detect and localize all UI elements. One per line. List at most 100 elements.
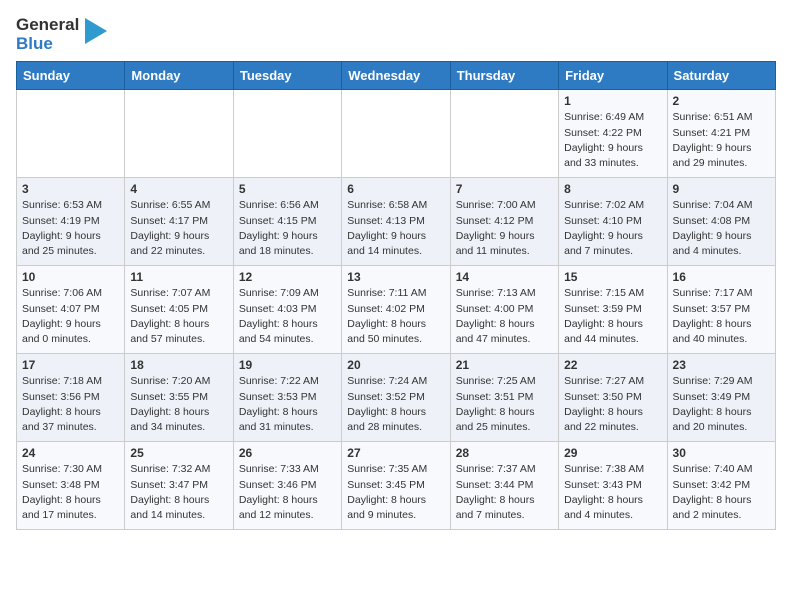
day-header-thursday: Thursday xyxy=(450,62,558,90)
calendar-cell: 22 Sunrise: 7:27 AM Sunset: 3:50 PM Dayli… xyxy=(559,354,667,442)
day-info: Sunrise: 7:18 AM Sunset: 3:56 PM Dayligh… xyxy=(22,374,119,435)
day-header-saturday: Saturday xyxy=(667,62,775,90)
calendar-cell: 29Sunrise: 7:38 AM Sunset: 3:43 PM Dayli… xyxy=(559,442,667,530)
day-number: 30 xyxy=(673,446,770,460)
day-info: Sunrise: 7:06 AM Sunset: 4:07 PM Dayligh… xyxy=(22,286,119,347)
day-number: 14 xyxy=(456,270,553,284)
calendar-cell: 4 Sunrise: 6:55 AM Sunset: 4:17 PM Daylig… xyxy=(125,178,233,266)
calendar-cell: 17 Sunrise: 7:18 AM Sunset: 3:56 PM Dayli… xyxy=(17,354,125,442)
day-header-friday: Friday xyxy=(559,62,667,90)
calendar-cell: 28Sunrise: 7:37 AM Sunset: 3:44 PM Dayli… xyxy=(450,442,558,530)
day-header-sunday: Sunday xyxy=(17,62,125,90)
day-info: Sunrise: 7:29 AM Sunset: 3:49 PM Dayligh… xyxy=(673,374,770,435)
calendar-cell: 24 Sunrise: 7:30 AM Sunset: 3:48 PM Dayli… xyxy=(17,442,125,530)
calendar-cell: 27 Sunrise: 7:35 AM Sunset: 3:45 PM Dayli… xyxy=(342,442,450,530)
day-info: Sunrise: 7:00 AM Sunset: 4:12 PM Dayligh… xyxy=(456,198,553,259)
day-number: 25 xyxy=(130,446,227,460)
logo-blue: Blue xyxy=(16,35,79,54)
day-info: Sunrise: 6:49 AM Sunset: 4:22 PM Dayligh… xyxy=(564,110,661,171)
day-info: Sunrise: 7:32 AM Sunset: 3:47 PM Dayligh… xyxy=(130,462,227,523)
calendar-cell: 30 Sunrise: 7:40 AM Sunset: 3:42 PM Dayli… xyxy=(667,442,775,530)
calendar-cell: 15Sunrise: 7:15 AM Sunset: 3:59 PM Dayli… xyxy=(559,266,667,354)
logo-arrow-icon xyxy=(85,16,107,51)
day-number: 17 xyxy=(22,358,119,372)
day-info: Sunrise: 7:04 AM Sunset: 4:08 PM Dayligh… xyxy=(673,198,770,259)
calendar-cell: 14 Sunrise: 7:13 AM Sunset: 4:00 PM Dayli… xyxy=(450,266,558,354)
calendar-cell: 10Sunrise: 7:06 AM Sunset: 4:07 PM Dayli… xyxy=(17,266,125,354)
calendar-cell: 5 Sunrise: 6:56 AM Sunset: 4:15 PM Daylig… xyxy=(233,178,341,266)
day-info: Sunrise: 6:58 AM Sunset: 4:13 PM Dayligh… xyxy=(347,198,444,259)
day-number: 23 xyxy=(673,358,770,372)
logo-general: General xyxy=(16,16,79,35)
day-info: Sunrise: 7:13 AM Sunset: 4:00 PM Dayligh… xyxy=(456,286,553,347)
day-number: 15 xyxy=(564,270,661,284)
day-number: 4 xyxy=(130,182,227,196)
calendar-cell: 13Sunrise: 7:11 AM Sunset: 4:02 PM Dayli… xyxy=(342,266,450,354)
calendar-header-row: SundayMondayTuesdayWednesdayThursdayFrid… xyxy=(17,62,776,90)
calendar-cell: 3Sunrise: 6:53 AM Sunset: 4:19 PM Daylig… xyxy=(17,178,125,266)
day-info: Sunrise: 7:40 AM Sunset: 3:42 PM Dayligh… xyxy=(673,462,770,523)
day-header-tuesday: Tuesday xyxy=(233,62,341,90)
day-info: Sunrise: 7:02 AM Sunset: 4:10 PM Dayligh… xyxy=(564,198,661,259)
day-number: 22 xyxy=(564,358,661,372)
calendar-cell xyxy=(233,90,341,178)
calendar-cell: 1 Sunrise: 6:49 AM Sunset: 4:22 PM Daylig… xyxy=(559,90,667,178)
calendar-cell: 18Sunrise: 7:20 AM Sunset: 3:55 PM Dayli… xyxy=(125,354,233,442)
day-number: 7 xyxy=(456,182,553,196)
day-info: Sunrise: 7:20 AM Sunset: 3:55 PM Dayligh… xyxy=(130,374,227,435)
day-number: 24 xyxy=(22,446,119,460)
day-info: Sunrise: 7:24 AM Sunset: 3:52 PM Dayligh… xyxy=(347,374,444,435)
day-number: 20 xyxy=(347,358,444,372)
day-info: Sunrise: 6:51 AM Sunset: 4:21 PM Dayligh… xyxy=(673,110,770,171)
calendar-week-1: 3Sunrise: 6:53 AM Sunset: 4:19 PM Daylig… xyxy=(17,178,776,266)
day-number: 26 xyxy=(239,446,336,460)
calendar-week-3: 17 Sunrise: 7:18 AM Sunset: 3:56 PM Dayli… xyxy=(17,354,776,442)
calendar-week-2: 10Sunrise: 7:06 AM Sunset: 4:07 PM Dayli… xyxy=(17,266,776,354)
calendar-body: 1 Sunrise: 6:49 AM Sunset: 4:22 PM Daylig… xyxy=(17,90,776,530)
day-number: 5 xyxy=(239,182,336,196)
calendar-table: SundayMondayTuesdayWednesdayThursdayFrid… xyxy=(16,61,776,530)
day-info: Sunrise: 6:55 AM Sunset: 4:17 PM Dayligh… xyxy=(130,198,227,259)
day-header-monday: Monday xyxy=(125,62,233,90)
day-info: Sunrise: 7:11 AM Sunset: 4:02 PM Dayligh… xyxy=(347,286,444,347)
calendar-cell: 2Sunrise: 6:51 AM Sunset: 4:21 PM Daylig… xyxy=(667,90,775,178)
day-info: Sunrise: 7:22 AM Sunset: 3:53 PM Dayligh… xyxy=(239,374,336,435)
day-info: Sunrise: 7:38 AM Sunset: 3:43 PM Dayligh… xyxy=(564,462,661,523)
day-info: Sunrise: 7:37 AM Sunset: 3:44 PM Dayligh… xyxy=(456,462,553,523)
day-info: Sunrise: 7:35 AM Sunset: 3:45 PM Dayligh… xyxy=(347,462,444,523)
calendar-week-0: 1 Sunrise: 6:49 AM Sunset: 4:22 PM Daylig… xyxy=(17,90,776,178)
day-number: 3 xyxy=(22,182,119,196)
day-info: Sunrise: 7:17 AM Sunset: 3:57 PM Dayligh… xyxy=(673,286,770,347)
calendar-cell xyxy=(17,90,125,178)
day-info: Sunrise: 7:30 AM Sunset: 3:48 PM Dayligh… xyxy=(22,462,119,523)
calendar-week-4: 24 Sunrise: 7:30 AM Sunset: 3:48 PM Dayli… xyxy=(17,442,776,530)
day-info: Sunrise: 7:25 AM Sunset: 3:51 PM Dayligh… xyxy=(456,374,553,435)
day-number: 19 xyxy=(239,358,336,372)
calendar-cell: 23 Sunrise: 7:29 AM Sunset: 3:49 PM Dayli… xyxy=(667,354,775,442)
page-header: General Blue xyxy=(16,16,776,53)
day-info: Sunrise: 6:56 AM Sunset: 4:15 PM Dayligh… xyxy=(239,198,336,259)
calendar-cell: 6 Sunrise: 6:58 AM Sunset: 4:13 PM Daylig… xyxy=(342,178,450,266)
day-info: Sunrise: 7:33 AM Sunset: 3:46 PM Dayligh… xyxy=(239,462,336,523)
calendar-cell: 9Sunrise: 7:04 AM Sunset: 4:08 PM Daylig… xyxy=(667,178,775,266)
calendar-cell: 26 Sunrise: 7:33 AM Sunset: 3:46 PM Dayli… xyxy=(233,442,341,530)
calendar-cell: 25 Sunrise: 7:32 AM Sunset: 3:47 PM Dayli… xyxy=(125,442,233,530)
calendar-cell: 21 Sunrise: 7:25 AM Sunset: 3:51 PM Dayli… xyxy=(450,354,558,442)
day-number: 27 xyxy=(347,446,444,460)
logo: General Blue xyxy=(16,16,107,53)
day-number: 1 xyxy=(564,94,661,108)
day-info: Sunrise: 7:27 AM Sunset: 3:50 PM Dayligh… xyxy=(564,374,661,435)
day-number: 11 xyxy=(130,270,227,284)
day-number: 16 xyxy=(673,270,770,284)
day-number: 12 xyxy=(239,270,336,284)
calendar-cell: 16 Sunrise: 7:17 AM Sunset: 3:57 PM Dayli… xyxy=(667,266,775,354)
calendar-cell: 8Sunrise: 7:02 AM Sunset: 4:10 PM Daylig… xyxy=(559,178,667,266)
day-number: 21 xyxy=(456,358,553,372)
day-number: 6 xyxy=(347,182,444,196)
logo-text-block: General Blue xyxy=(16,16,107,53)
calendar-cell xyxy=(450,90,558,178)
calendar-cell: 19 Sunrise: 7:22 AM Sunset: 3:53 PM Dayli… xyxy=(233,354,341,442)
day-header-wednesday: Wednesday xyxy=(342,62,450,90)
calendar-cell xyxy=(342,90,450,178)
day-info: Sunrise: 7:09 AM Sunset: 4:03 PM Dayligh… xyxy=(239,286,336,347)
